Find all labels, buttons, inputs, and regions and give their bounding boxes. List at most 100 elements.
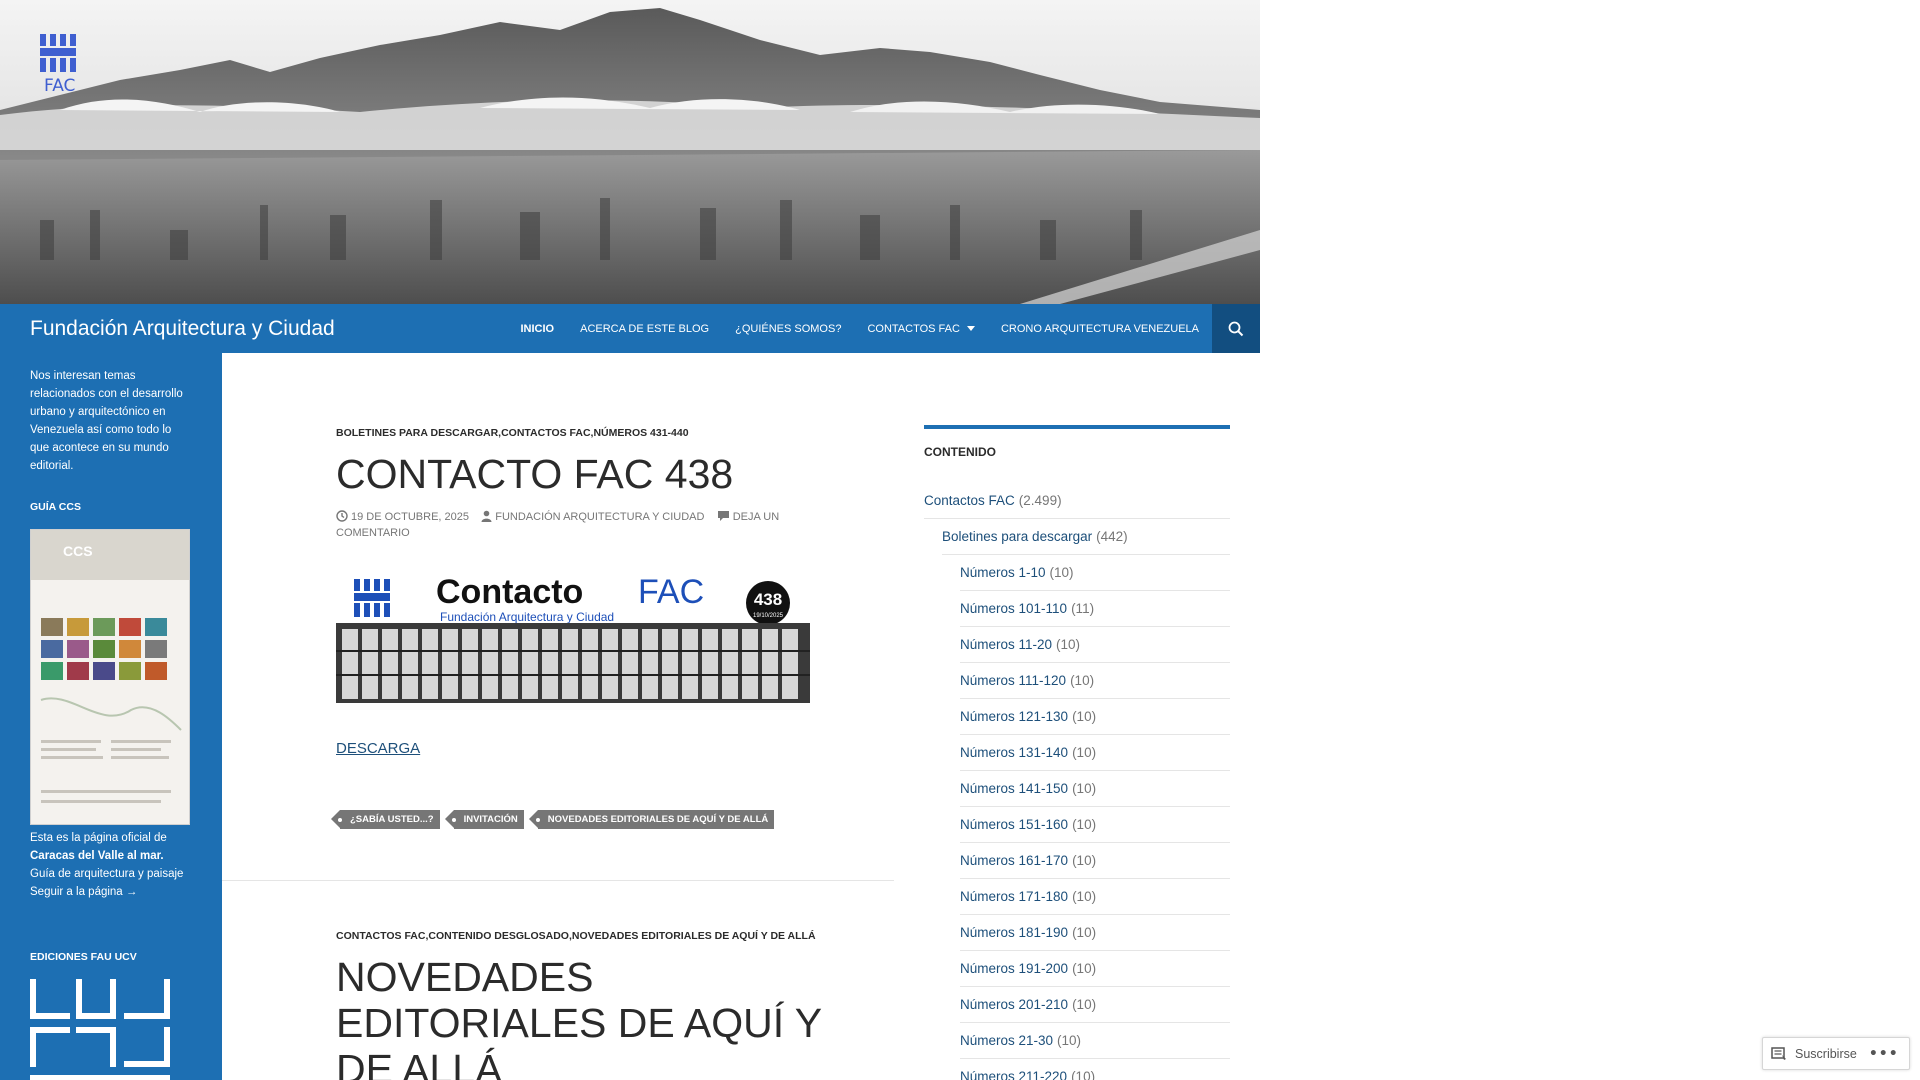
category-row: Números 151-160 (10) <box>960 807 1230 843</box>
reader-icon <box>1771 1046 1786 1060</box>
category-link[interactable]: Números 131-140 <box>960 745 1068 760</box>
post2-categories[interactable]: CONTACTOS FAC,CONTENIDO DESGLOSADO,NOVED… <box>336 930 816 942</box>
right-sidebar: CONTENIDO Contactos FAC (2.499) Boletines … <box>924 425 1230 1080</box>
category-count: (10) <box>1072 889 1097 904</box>
user-icon <box>481 510 492 522</box>
ediciones-title: EDICIONES FAU UCV <box>30 951 137 963</box>
search-button[interactable] <box>1212 304 1260 353</box>
category-link[interactable]: Números 121-130 <box>960 709 1068 724</box>
category-row: Números 101-110 (11) <box>960 591 1230 627</box>
nav-item-quienes-somos[interactable]: ¿QUIÉNES SOMOS? <box>722 304 854 353</box>
ediciones-fau-logo[interactable] <box>30 979 180 1080</box>
category-count: (10) <box>1072 997 1097 1012</box>
category-link[interactable]: Números 191-200 <box>960 961 1068 976</box>
category-count: (10) <box>1072 853 1097 868</box>
banner-issue-number: 438 <box>754 590 782 609</box>
contenido-title: CONTENIDO <box>924 445 996 459</box>
category-count: (2.499) <box>1018 493 1062 508</box>
category-row: Números 161-170 (10) <box>960 843 1230 879</box>
category-row: Números 131-140 (10) <box>960 735 1230 771</box>
clock-icon <box>336 510 348 522</box>
category-count: (10) <box>1057 1033 1082 1048</box>
category-list: Contactos FAC (2.499) Boletines para desca… <box>924 483 1230 1080</box>
category-link[interactable]: Números 21-30 <box>960 1033 1053 1048</box>
post-author[interactable]: FUNDACIÓN ARQUITECTURA Y CIUDAD <box>495 511 704 523</box>
category-count: (10) <box>1072 745 1097 760</box>
category-row: Números 121-130 (10) <box>960 699 1230 735</box>
post-categories[interactable]: BOLETINES PARA DESCARGAR,CONTACTOS FAC,N… <box>336 427 689 439</box>
post-title[interactable]: CONTACTO FAC 438 <box>336 451 733 497</box>
category-count: (10) <box>1072 781 1097 796</box>
subscribe-button[interactable]: Suscribirse <box>1795 1047 1857 1061</box>
nav-item-crono[interactable]: CRONO ARQUITECTURA VENEZUELA <box>988 304 1212 353</box>
category-count: (442) <box>1096 529 1128 544</box>
category-count: (10) <box>1072 817 1097 832</box>
post-banner-image[interactable]: Contacto FAC Fundación Arquitectura y Ci… <box>336 571 810 703</box>
post-divider <box>222 880 894 881</box>
category-link[interactable]: Números 101-110 <box>960 601 1067 616</box>
category-row: Números 171-180 (10) <box>960 879 1230 915</box>
guia-ccs-title: GUÍA CCS <box>30 501 81 513</box>
category-row: Números 111-120 (10) <box>960 663 1230 699</box>
more-options-icon[interactable]: ••• <box>1869 1046 1899 1062</box>
category-row: Boletines para descargar (442) <box>942 519 1230 555</box>
main-content: BOLETINES PARA DESCARGAR,CONTACTOS FAC,N… <box>222 353 894 1080</box>
guia-cover-label: CCS <box>63 543 93 559</box>
category-link[interactable]: Números 181-190 <box>960 925 1068 940</box>
comment-icon <box>717 511 729 521</box>
category-link[interactable]: Números 111-120 <box>960 673 1066 688</box>
category-link[interactable]: Números 171-180 <box>960 889 1068 904</box>
category-link[interactable]: Contactos FAC <box>924 493 1015 508</box>
banner-facade-pattern <box>342 629 798 699</box>
tag-list: ¿SABÍA USTED...? INVITACIÓN NOVEDADES ED… <box>331 810 775 829</box>
site-title[interactable]: Fundación Arquitectura y Ciudad <box>30 317 335 341</box>
guia-text-1: Esta es la página oficial de <box>30 832 167 844</box>
category-row: Números 201-210 (10) <box>960 987 1230 1023</box>
category-count: (10) <box>1049 565 1074 580</box>
category-link[interactable]: Boletines para descargar <box>942 529 1092 544</box>
category-link[interactable]: Números 11-20 <box>960 637 1052 652</box>
nav-item-inicio[interactable]: INICIO <box>507 304 567 353</box>
tag-novedades-editoriales[interactable]: NOVEDADES EDITORIALES DE AQUÍ Y DE ALLÁ <box>528 810 775 829</box>
category-row: Números 191-200 (10) <box>960 951 1230 987</box>
banner-subtitle: Fundación Arquitectura y Ciudad <box>440 610 614 624</box>
post2-title-line3: DE ALLÁ <box>336 1046 503 1080</box>
category-row: Números 11-20 (10) <box>960 627 1230 663</box>
nav-item-acerca[interactable]: ACERCA DE ESTE BLOG <box>567 304 722 353</box>
banner-brand-accent: FAC <box>638 573 704 611</box>
category-row: Números 211-220 (10) <box>960 1059 1230 1080</box>
logo-text: FAC <box>44 76 76 96</box>
category-link[interactable]: Números 141-150 <box>960 781 1068 796</box>
guia-text-2: Guía de arquitectura y paisaje <box>30 868 184 880</box>
banner-issue-date: 19/10/2025 <box>753 613 784 619</box>
category-link[interactable]: Números 201-210 <box>960 997 1068 1012</box>
post-meta: 19 DE OCTUBRE, 2025 FUNDACIÓN ARQUITECTU… <box>336 509 796 541</box>
category-row: Números 141-150 (10) <box>960 771 1230 807</box>
nav-item-contactos-fac[interactable]: CONTACTOS FAC <box>854 304 988 353</box>
post-date[interactable]: 19 DE OCTUBRE, 2025 <box>351 511 469 523</box>
site-logo[interactable]: FAC <box>38 34 86 96</box>
contacto-fac-banner: Contacto FAC Fundación Arquitectura y Ci… <box>336 571 810 703</box>
category-link[interactable]: Números 151-160 <box>960 817 1068 832</box>
tag-invitacion[interactable]: INVITACIÓN <box>444 810 524 829</box>
chevron-down-icon <box>966 326 975 331</box>
post2-title[interactable]: NOVEDADES EDITORIALES DE AQUÍ Y DE ALLÁ <box>336 954 822 1080</box>
search-icon <box>1228 321 1244 336</box>
category-count: (10) <box>1072 925 1097 940</box>
guia-text-bold[interactable]: Caracas del Valle al mar. <box>30 850 164 862</box>
header-image: FAC <box>0 0 1260 304</box>
banner-brand-word: Contacto <box>436 573 583 611</box>
category-link[interactable]: Números 1-10 <box>960 565 1046 580</box>
guia-ccs-image[interactable]: CCS <box>30 529 190 825</box>
category-count: (11) <box>1071 601 1095 616</box>
tag-sabia-usted[interactable]: ¿SABÍA USTED...? <box>331 810 440 829</box>
post2-title-line2: EDITORIALES DE AQUÍ Y <box>336 1000 823 1046</box>
category-row: Contactos FAC (2.499) <box>924 483 1230 519</box>
widget-accent-bar <box>924 425 1230 429</box>
category-row: Números 1-10 (10) <box>960 555 1230 591</box>
guia-cover-thumbnails <box>41 618 167 680</box>
category-link[interactable]: Números 211-220 <box>960 1069 1067 1080</box>
follow-page-link[interactable]: Seguir a la página → <box>30 886 137 898</box>
category-link[interactable]: Números 161-170 <box>960 853 1068 868</box>
download-link[interactable]: DESCARGA <box>336 740 420 757</box>
